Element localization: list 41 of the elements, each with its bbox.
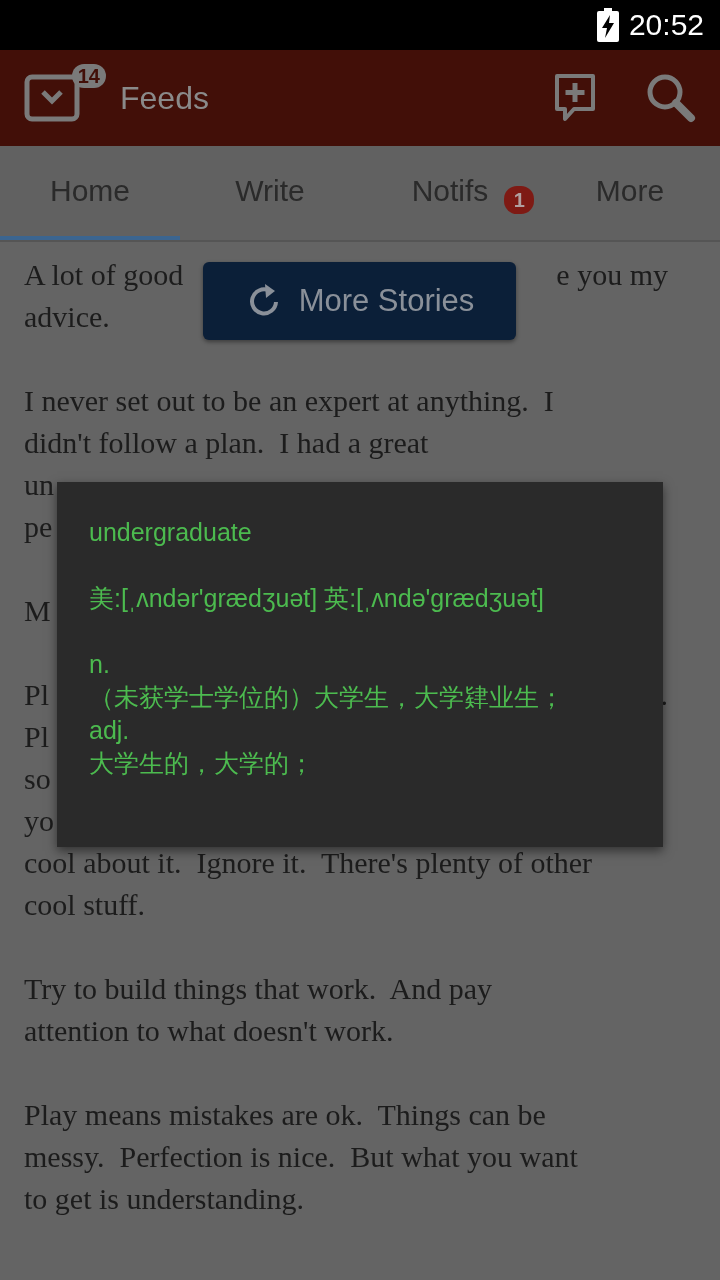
app-title: Feeds [120, 79, 210, 117]
article-text: messy. Perfection is nice. But what you want [24, 1139, 578, 1175]
article-text: cool stuff. [24, 887, 146, 923]
status-time: 20:52 [628, 8, 704, 42]
article-text: yo [24, 803, 54, 839]
add-comment-icon [554, 73, 596, 123]
tab[interactable]: Home [0, 146, 180, 240]
notification-badge: 1 [504, 186, 535, 214]
battery-charging-icon [596, 8, 619, 42]
article-text: to get is understanding. [24, 1181, 304, 1217]
search-icon [646, 73, 696, 123]
article-text: Pl [24, 677, 50, 713]
article-text: I never set out to be an expert at anything. I [24, 383, 554, 419]
part-of-speech: n. [89, 649, 111, 680]
unread-count-badge: 14 [71, 64, 106, 88]
compose-button[interactable] [554, 73, 596, 123]
inbox-icon[interactable] [24, 74, 80, 122]
article-text: Pl [24, 719, 50, 755]
definition: 大学生的，大学的； [89, 748, 315, 779]
definition: （未获学士学位的）大学生，大学肄业生； [89, 682, 565, 713]
article-text: M [24, 593, 51, 629]
part-of-speech: adj. [89, 715, 131, 746]
article-text: Try to build things that work. And pay [24, 971, 493, 1007]
article-text: A lot of good [24, 257, 184, 293]
headword: undergraduate [89, 517, 253, 548]
article-text: advice. [24, 299, 110, 335]
article-text: e you my [556, 257, 668, 293]
tab[interactable]: Notifs 1 [360, 146, 540, 240]
tab[interactable]: More [540, 146, 720, 240]
more-stories-button[interactable]: More Stories [203, 262, 516, 340]
article-text: un [24, 467, 54, 503]
article-text: Play means mistakes are ok. Things can be [24, 1097, 546, 1133]
pronunciation: 美:[ˌʌndər'grædʒuət] 英:[ˌʌndə'grædʒuət] [89, 583, 546, 614]
article-text: pe [24, 509, 53, 545]
tab[interactable]: Write [180, 146, 360, 240]
article-text: didn't follow a plan. I had a great [24, 425, 429, 461]
article-text: cool about it. Ignore it. There's plenty of other [24, 845, 593, 881]
search-button[interactable] [646, 73, 696, 123]
article-text: so [24, 761, 51, 797]
article-text: attention to what doesn't work. [24, 1013, 394, 1049]
article-text: . [660, 677, 668, 713]
